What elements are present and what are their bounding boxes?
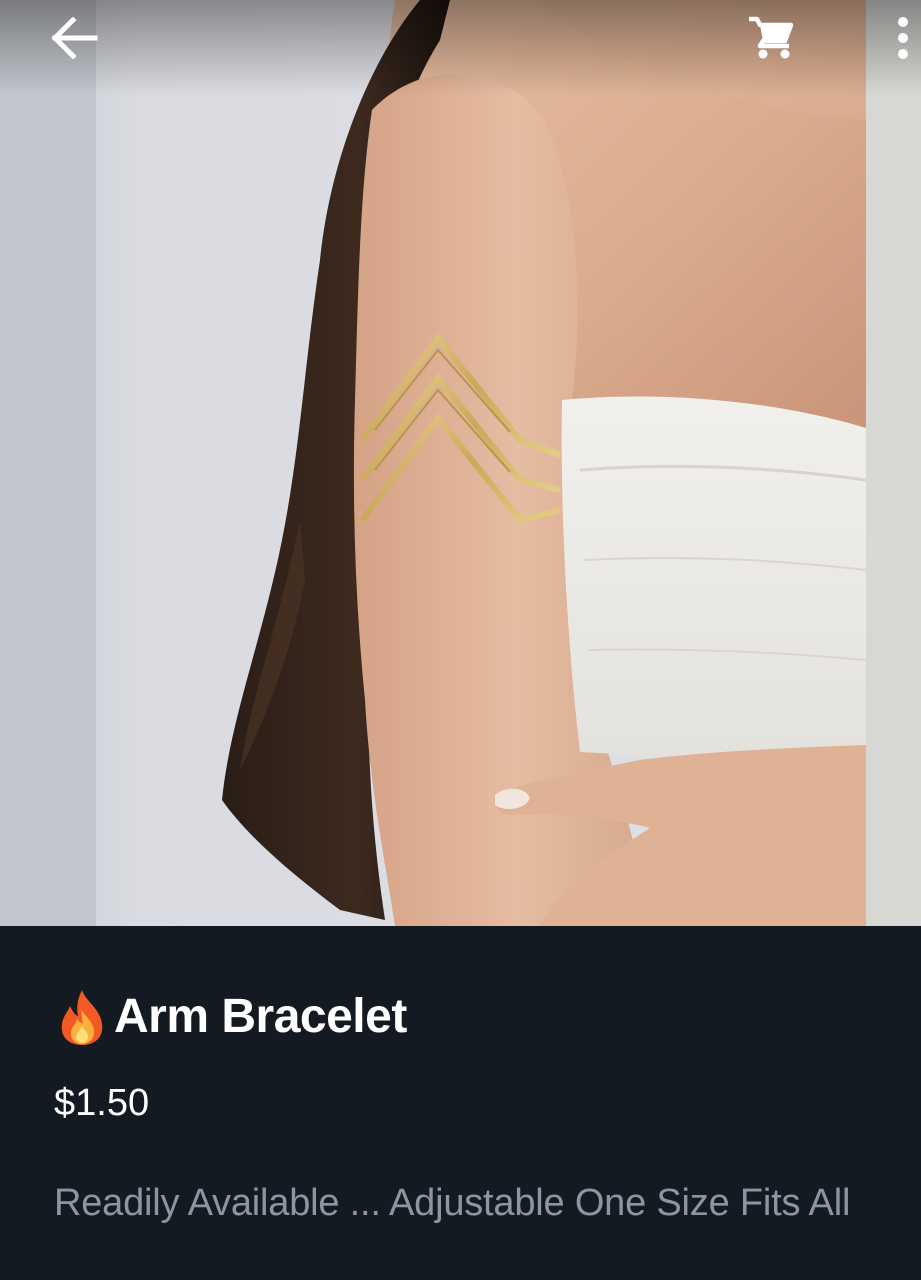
back-button[interactable] — [42, 10, 108, 66]
product-detail-screen: Arm Bracelet $1.50 Readily Available ...… — [0, 0, 921, 1280]
shopping-cart-icon — [749, 16, 794, 59]
product-title-row: Arm Bracelet — [56, 988, 407, 1046]
product-title: Arm Bracelet — [114, 990, 407, 1043]
product-price: $1.50 — [54, 1082, 150, 1124]
fire-emoji-icon — [61, 990, 103, 1045]
cart-button[interactable] — [738, 8, 804, 68]
product-description: Readily Available ... Adjustable One Siz… — [54, 1182, 851, 1224]
product-details-panel: Arm Bracelet $1.50 Readily Available ...… — [0, 926, 921, 1280]
more-options-button[interactable] — [884, 8, 921, 68]
product-image[interactable] — [0, 0, 921, 926]
more-vertical-icon — [897, 17, 908, 59]
arrow-left-icon — [51, 17, 98, 59]
